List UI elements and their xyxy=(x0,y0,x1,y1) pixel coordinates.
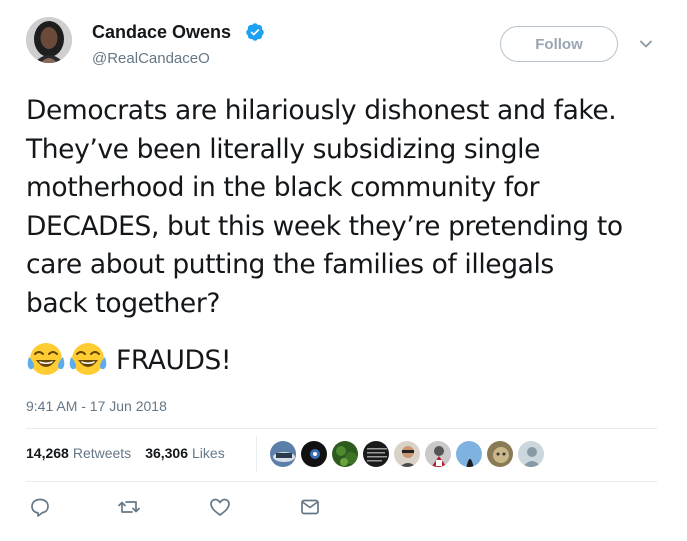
liker-avatar[interactable] xyxy=(362,440,390,468)
liker-avatar[interactable] xyxy=(300,440,328,468)
likes-stat[interactable]: 36,306 Likes xyxy=(145,445,225,461)
liker-avatar[interactable] xyxy=(393,440,421,468)
stats-separator xyxy=(256,436,257,472)
author-avatar[interactable] xyxy=(26,17,72,63)
liker-avatar[interactable] xyxy=(486,440,514,468)
liker-avatar[interactable] xyxy=(517,440,545,468)
direct-message-icon[interactable] xyxy=(298,495,322,519)
tweet-text: Democrats are hilariously dishonest and … xyxy=(26,92,676,323)
tweet-text-line: DECADES, but this week they’re pretendin… xyxy=(26,210,623,242)
tweet-closing-text: FRAUDS! xyxy=(116,344,232,376)
liker-avatar-9-icon xyxy=(518,441,544,467)
liker-avatar-6-icon xyxy=(425,441,451,467)
tweet-stats: 14,268 Retweets 36,306 Likes xyxy=(26,445,225,461)
retweets-stat[interactable]: 14,268 Retweets xyxy=(26,445,131,461)
chevron-down-icon[interactable] xyxy=(638,36,654,52)
liker-avatar-4-icon xyxy=(363,441,389,467)
tweet-text-line: Democrats are hilariously dishonest and … xyxy=(26,95,617,126)
liker-avatar-7-icon xyxy=(456,441,482,467)
likes-count: 36,306 xyxy=(145,445,189,461)
divider xyxy=(26,428,657,429)
liker-avatar-2-icon xyxy=(301,441,327,467)
follow-button[interactable]: Follow xyxy=(500,26,618,62)
liker-avatar-8-icon xyxy=(487,441,513,467)
tweet-text-line: back together? xyxy=(26,287,220,319)
tweet-actions xyxy=(0,495,687,525)
retweets-count: 14,268 xyxy=(26,445,69,461)
liker-avatar[interactable] xyxy=(331,440,359,468)
liker-avatar[interactable] xyxy=(424,440,452,468)
liker-avatar[interactable] xyxy=(269,440,297,468)
tweet-card: Candace Owens @RealCandaceO Follow Democ… xyxy=(0,0,687,541)
tweet-text-line: They’ve been literally subsidizing singl… xyxy=(26,133,540,165)
face-with-tears-of-joy-icon xyxy=(69,343,107,375)
author-display-name[interactable]: Candace Owens xyxy=(92,22,231,43)
like-heart-icon[interactable] xyxy=(208,495,232,519)
tweet-timestamp[interactable]: 9:41 AM - 17 Jun 2018 xyxy=(26,398,167,414)
liker-avatar-1-icon xyxy=(270,441,296,467)
profile-photo-icon xyxy=(26,17,72,63)
tweet-text-line: motherhood in the black community for xyxy=(26,172,540,203)
author-handle[interactable]: @RealCandaceO xyxy=(92,50,210,67)
tweet-text-line: care about putting the families of illeg… xyxy=(26,249,554,280)
face-with-tears-of-joy-icon xyxy=(27,343,65,375)
reply-icon[interactable] xyxy=(28,495,52,519)
retweets-label: Retweets xyxy=(72,445,132,461)
emoji-line: FRAUDS! xyxy=(26,338,232,382)
liker-avatar-5-icon xyxy=(394,441,420,467)
liker-avatar[interactable] xyxy=(455,440,483,468)
divider xyxy=(26,481,657,482)
likes-label: Likes xyxy=(192,445,225,461)
liker-avatar-3-icon xyxy=(332,441,358,467)
retweet-icon[interactable] xyxy=(117,495,141,519)
verified-badge-icon xyxy=(246,23,264,41)
